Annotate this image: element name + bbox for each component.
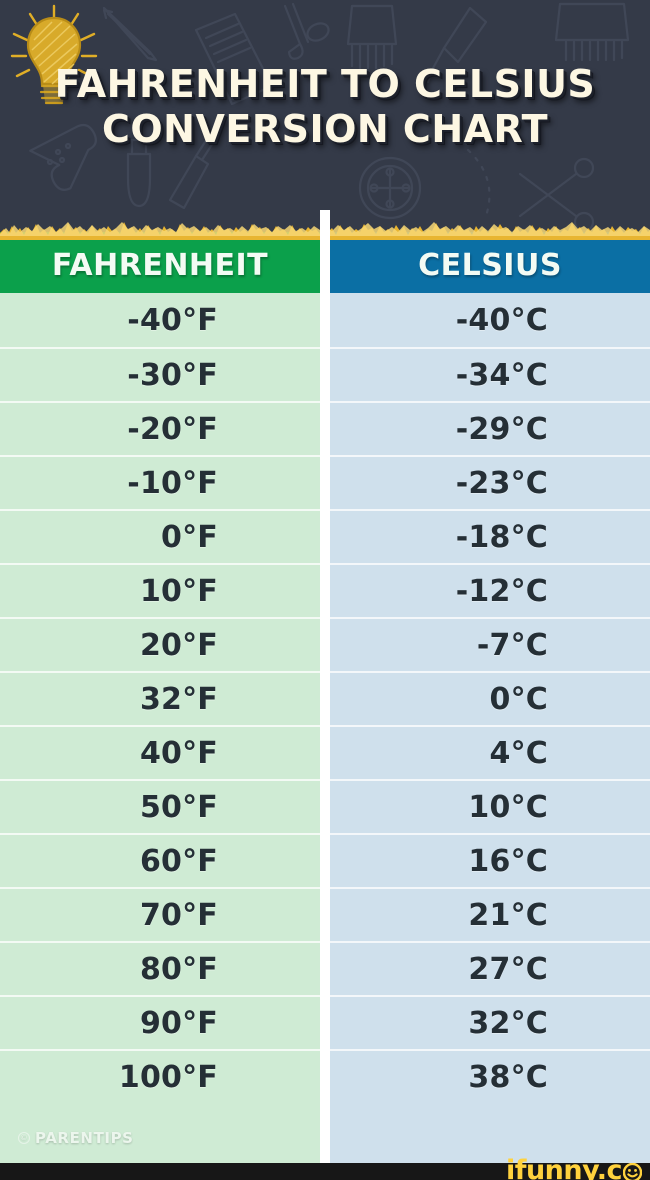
fahrenheit-column: FAHRENHEIT -40°F -30°F -20°F -10°F 0°F 10°F 20… — [0, 238, 320, 1163]
header-banner: FAHRENHEIT TO CELSIUS CONVERSION CHART — [0, 0, 650, 238]
fahrenheit-value: 0°F — [161, 519, 218, 555]
ifunny-logo[interactable]: ifunny.c — [506, 1157, 642, 1180]
table-row: -34°C — [330, 347, 650, 401]
fahrenheit-value: 32°F — [139, 681, 218, 717]
page-title-line-1: FAHRENHEIT TO CELSIUS — [54, 62, 596, 106]
table-row: -40°C — [330, 293, 650, 347]
fahrenheit-value: 10°F — [139, 573, 218, 609]
celsius-value: -40°C — [455, 302, 548, 338]
table-row: 38°C — [330, 1049, 650, 1103]
table-row: -10°F — [0, 455, 320, 509]
watermark: © PARENTIPS — [18, 1129, 134, 1147]
celsius-value: 21°C — [468, 897, 548, 933]
fahrenheit-value: -10°F — [127, 465, 218, 501]
celsius-value: 16°C — [468, 843, 548, 879]
table-row: 16°C — [330, 833, 650, 887]
table-row: 90°F — [0, 995, 320, 1049]
fahrenheit-value: 20°F — [139, 627, 218, 663]
table-row: 20°F — [0, 617, 320, 671]
fahrenheit-value: -40°F — [127, 302, 218, 338]
celsius-value: -23°C — [455, 465, 548, 501]
table-row: -29°C — [330, 401, 650, 455]
celsius-value: 4°C — [489, 735, 548, 771]
celsius-value: 0°C — [489, 681, 548, 717]
fahrenheit-column-header: FAHRENHEIT — [0, 238, 320, 293]
table-row: 70°F — [0, 887, 320, 941]
celsius-value: 10°C — [468, 789, 548, 825]
celsius-value: 27°C — [468, 951, 548, 987]
watermark-text: PARENTIPS — [35, 1129, 134, 1147]
fahrenheit-value: -20°F — [127, 411, 218, 447]
fahrenheit-value: 50°F — [139, 789, 218, 825]
footer-bar: ifunny.c — [0, 1157, 650, 1180]
fahrenheit-value: 90°F — [139, 1005, 218, 1041]
celsius-column: CELSIUS -40°C -34°C -29°C -23°C -18°C -12°C -7… — [330, 238, 650, 1163]
table-row: -23°C — [330, 455, 650, 509]
table-row: -30°F — [0, 347, 320, 401]
table-row: 50°F — [0, 779, 320, 833]
table-row: 32°C — [330, 995, 650, 1049]
copyright-icon: © — [18, 1132, 30, 1144]
celsius-value: -12°C — [455, 573, 548, 609]
fahrenheit-value: -30°F — [127, 357, 218, 393]
celsius-value: -7°C — [476, 627, 548, 663]
celsius-column-body: -40°C -34°C -29°C -23°C -18°C -12°C -7°C 0°C 4°C… — [330, 293, 650, 1163]
fahrenheit-value: 40°F — [139, 735, 218, 771]
celsius-value: -29°C — [455, 411, 548, 447]
smiley-face-icon — [623, 1163, 642, 1180]
fahrenheit-value: 60°F — [139, 843, 218, 879]
celsius-value: 38°C — [468, 1059, 548, 1095]
table-row: 10°F — [0, 563, 320, 617]
fahrenheit-value: 80°F — [139, 951, 218, 987]
table-row: 80°F — [0, 941, 320, 995]
infographic-page: FAHRENHEIT TO CELSIUS CONVERSION CHART F… — [0, 0, 650, 1180]
ifunny-logo-text: ifunny.c — [505, 1155, 623, 1180]
table-row: -7°C — [330, 617, 650, 671]
table-row: -40°F — [0, 293, 320, 347]
table-row: 32°F — [0, 671, 320, 725]
celsius-column-header: CELSIUS — [330, 238, 650, 293]
conversion-table: FAHRENHEIT -40°F -30°F -20°F -10°F 0°F 10°F 20… — [0, 238, 650, 1163]
celsius-value: -18°C — [455, 519, 548, 555]
table-row: -18°C — [330, 509, 650, 563]
table-row: -20°F — [0, 401, 320, 455]
fahrenheit-value: 70°F — [139, 897, 218, 933]
table-row: 60°F — [0, 833, 320, 887]
celsius-value: -34°C — [455, 357, 548, 393]
table-row: 21°C — [330, 887, 650, 941]
table-row: 40°F — [0, 725, 320, 779]
table-row: 100°F — [0, 1049, 320, 1103]
fahrenheit-column-body: -40°F -30°F -20°F -10°F 0°F 10°F 20°F 32°F 40°F 5… — [0, 293, 320, 1163]
column-divider — [320, 238, 330, 1163]
celsius-value: 32°C — [468, 1005, 548, 1041]
table-row: 10°C — [330, 779, 650, 833]
table-row: 27°C — [330, 941, 650, 995]
table-row: 0°C — [330, 671, 650, 725]
table-row: 4°C — [330, 725, 650, 779]
table-row: -12°C — [330, 563, 650, 617]
page-title-line-2: CONVERSION CHART — [101, 107, 549, 151]
fahrenheit-value: 100°F — [118, 1059, 218, 1095]
page-title: FAHRENHEIT TO CELSIUS CONVERSION CHART — [0, 62, 650, 152]
table-row: 0°F — [0, 509, 320, 563]
